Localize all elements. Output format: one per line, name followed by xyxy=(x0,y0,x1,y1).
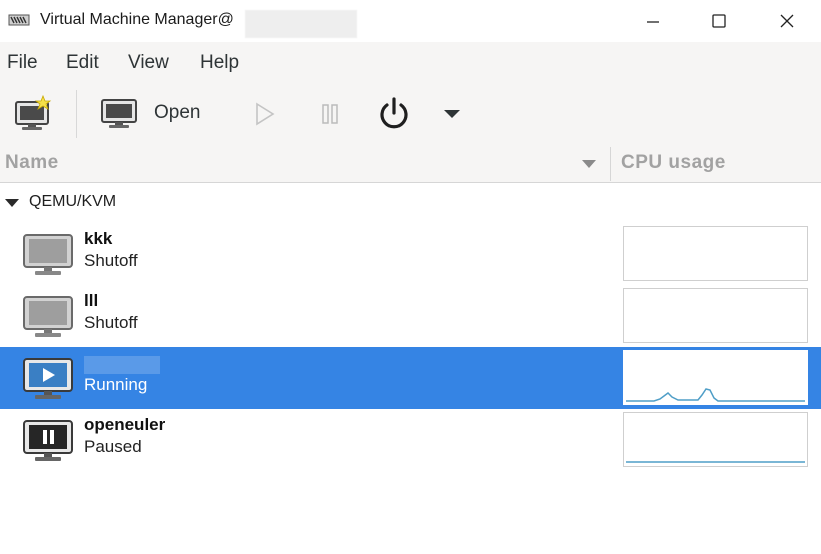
new-vm-icon xyxy=(15,94,52,130)
window-title: Virtual Machine Manager@ xyxy=(40,11,234,28)
vm-status: Paused xyxy=(84,437,142,456)
vm-name: openeuler xyxy=(84,415,166,434)
cpu-usage-graph xyxy=(623,350,808,405)
redacted-vm-name xyxy=(84,356,160,374)
sort-down-icon[interactable] xyxy=(581,159,597,169)
open-vm-icon-button[interactable] xyxy=(97,92,141,136)
vm-row-running[interactable]: Running xyxy=(0,347,821,409)
shutdown-menu-button[interactable] xyxy=(438,102,466,126)
run-button[interactable] xyxy=(248,98,280,130)
open-button[interactable]: Open xyxy=(154,102,200,124)
power-icon xyxy=(380,97,408,129)
menu-edit[interactable]: Edit xyxy=(66,52,99,74)
column-header: Name CPU usage xyxy=(0,144,821,183)
connection-label: QEMU/KVM xyxy=(29,193,117,210)
cpu-usage-graph xyxy=(623,226,808,281)
monitor-icon xyxy=(101,99,137,128)
maximize-button[interactable] xyxy=(688,0,750,42)
menu-view[interactable]: View xyxy=(128,52,169,74)
pause-icon xyxy=(322,104,338,124)
vm-row-lll[interactable]: lll Shutoff xyxy=(0,285,821,347)
vm-paused-icon xyxy=(23,420,73,461)
pause-button[interactable] xyxy=(314,98,346,130)
menu-bar: File Edit View Help xyxy=(0,42,821,84)
connection-group-row[interactable]: QEMU/KVM xyxy=(0,188,821,218)
toolbar: Open xyxy=(0,84,821,144)
cpu-sparkline xyxy=(626,461,805,463)
column-name-header[interactable]: Name xyxy=(5,152,59,174)
vm-name: lll xyxy=(84,291,99,310)
vm-status: Shutoff xyxy=(84,251,138,270)
maximize-icon xyxy=(712,14,726,28)
column-divider[interactable] xyxy=(610,147,611,181)
vm-shutoff-icon xyxy=(23,234,73,275)
expand-arrow-icon[interactable] xyxy=(4,198,20,208)
play-icon xyxy=(256,102,275,126)
toolbar-separator xyxy=(76,90,77,138)
vm-running-icon xyxy=(23,358,73,399)
vm-row-openeuler[interactable]: openeuler Paused xyxy=(0,409,821,471)
minimize-button[interactable] xyxy=(622,0,684,42)
vm-status: Shutoff xyxy=(84,313,138,332)
minimize-icon xyxy=(647,21,659,23)
vm-row-kkk[interactable]: kkk Shutoff xyxy=(0,223,821,285)
close-button[interactable] xyxy=(756,0,818,42)
column-cpu-header[interactable]: CPU usage xyxy=(621,152,726,174)
shutdown-button[interactable] xyxy=(374,94,414,134)
cpu-usage-graph xyxy=(623,412,808,467)
redacted-hostname xyxy=(245,10,357,38)
chevron-down-icon xyxy=(444,110,460,118)
app-logo-icon xyxy=(8,14,30,26)
vm-name: kkk xyxy=(84,229,113,248)
close-icon xyxy=(780,14,794,28)
menu-file[interactable]: File xyxy=(7,52,38,74)
cpu-usage-graph xyxy=(623,288,808,343)
vm-shutoff-icon xyxy=(23,296,73,337)
vm-status: Running xyxy=(84,375,148,394)
cpu-sparkline xyxy=(626,388,805,402)
menu-help[interactable]: Help xyxy=(200,52,239,74)
new-vm-button[interactable] xyxy=(10,92,56,136)
title-bar: Virtual Machine Manager@ xyxy=(0,0,821,42)
